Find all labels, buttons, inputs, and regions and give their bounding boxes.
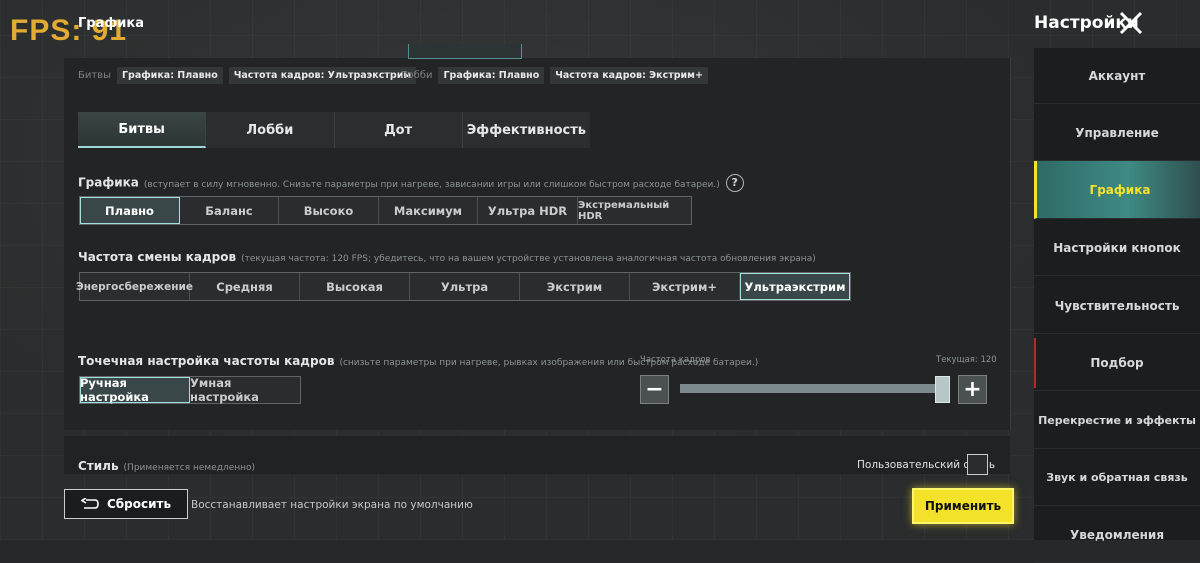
tab-lobby[interactable]: Лобби [206, 112, 335, 148]
reset-button[interactable]: Сбросить [64, 489, 188, 519]
battles-fps-pill: Частота кадров: Ультраэкстрим [228, 67, 417, 84]
graphics-quality-selector: Плавно Баланс Высоко Максимум Ультра HDR… [79, 196, 692, 225]
slider-current-value: Текущая: 120 [936, 355, 997, 365]
framerate-option-extreme[interactable]: Экстрим [520, 273, 630, 300]
sidebar-item-controls[interactable]: Управление [1034, 105, 1200, 161]
sidebar-item-notifications[interactable]: Уведомления [1034, 507, 1200, 563]
apply-button[interactable]: Применить [912, 488, 1014, 524]
lobby-graphics-pill: Графика: Плавно [438, 67, 545, 84]
framerate-selector: Энергосбережение Средняя Высокая Ультра … [76, 272, 851, 301]
framerate-option-ultra[interactable]: Ультра [410, 273, 520, 300]
sidebar-item-sensitivity[interactable]: Чувствительность [1034, 278, 1200, 334]
tab-efficiency[interactable]: Эффективность [463, 112, 590, 148]
framerate-section-title: Частота смены кадров (текущая частота: 12… [78, 250, 816, 264]
battles-preset-summary: Битвы Графика: Плавно Частота кадров: Ул… [78, 67, 417, 84]
settings-sidebar: Аккаунт Управление Графика Настройки кно… [1034, 48, 1200, 563]
framerate-slider-track[interactable] [680, 384, 942, 393]
graphics-section-title: Графика (вступает в силу мгновенно. Снизь… [78, 174, 744, 192]
mode-smart[interactable]: Умная настройка [190, 376, 300, 404]
plus-button[interactable]: + [958, 375, 987, 404]
graphics-option-max[interactable]: Максимум [379, 197, 478, 224]
graphics-hint: (вступает в силу мгновенно. Снизьте пара… [143, 179, 720, 190]
tab-dot[interactable]: Дот [335, 112, 463, 148]
framerate-option-power-save[interactable]: Энергосбережение [76, 273, 193, 300]
framerate-hint: (текущая частота: 120 FPS; убедитесь, чт… [241, 254, 816, 264]
undo-icon [80, 498, 99, 509]
style-section-title: Стиль (Применяется немедленно) [78, 459, 255, 473]
graphics-option-balance[interactable]: Баланс [180, 197, 279, 224]
sidebar-item-graphics[interactable]: Графика [1034, 161, 1200, 219]
breadcrumb: Графика [78, 16, 144, 31]
lobby-fps-pill: Частота кадров: Экстрим+ [550, 67, 708, 84]
graphics-option-ultra-hdr[interactable]: Ультра HDR [478, 197, 578, 224]
close-icon[interactable] [1118, 10, 1144, 36]
style-hint: (Применяется немедленно) [123, 463, 256, 473]
help-icon[interactable]: ? [725, 174, 744, 192]
graphics-option-smooth[interactable]: Плавно [80, 197, 180, 224]
mode-manual[interactable]: Ручная настройка [80, 376, 190, 404]
mode-tabs: Битвы Лобби Дот Эффективность [78, 112, 590, 148]
lobby-preset-summary: Лобби Графика: Плавно Частота кадров: Эк… [400, 67, 708, 84]
reset-button-label: Сбросить [106, 497, 172, 511]
lobby-preset-label: Лобби [400, 70, 433, 81]
style-title: Стиль [78, 459, 119, 473]
framerate-option-ultra-extreme[interactable]: Ультраэкстрим [740, 273, 850, 300]
reset-description: Восстанавливает настройки экрана по умол… [191, 499, 473, 511]
framerate-slider-thumb[interactable] [935, 376, 950, 403]
battles-graphics-pill: Графика: Плавно [116, 67, 223, 84]
framerate-option-extreme-plus[interactable]: Экстрим+ [630, 273, 740, 300]
fine-tune-mode-selector: Ручная настройка Умная настройка [79, 376, 301, 404]
tab-top-highlight [408, 44, 522, 59]
sidebar-item-button-settings[interactable]: Настройки кнопок [1034, 220, 1200, 276]
graphics-title: Графика [78, 175, 139, 190]
framerate-title: Частота смены кадров [78, 250, 237, 264]
sidebar-item-sound[interactable]: Звук и обратная связь [1034, 450, 1200, 506]
graphics-option-high[interactable]: Высоко [279, 197, 379, 224]
graphics-option-extreme-hdr[interactable]: Экстремальный HDR [578, 197, 691, 224]
slider-label: Частота кадров [640, 355, 711, 365]
sidebar-item-account[interactable]: Аккаунт [1034, 48, 1200, 104]
sidebar-item-crosshair[interactable]: Перекрестие и эффекты [1034, 393, 1200, 449]
battles-preset-label: Битвы [78, 70, 111, 81]
custom-style-checkbox[interactable] [967, 454, 988, 475]
minus-button[interactable]: − [640, 375, 669, 404]
sidebar-item-matchmaking[interactable]: Подбор [1034, 335, 1200, 391]
framerate-option-medium[interactable]: Средняя [190, 273, 300, 300]
framerate-option-high[interactable]: Высокая [300, 273, 410, 300]
tab-battles[interactable]: Битвы [78, 112, 207, 148]
fine-tune-title: Точечная настройка частоты кадров [78, 354, 335, 368]
